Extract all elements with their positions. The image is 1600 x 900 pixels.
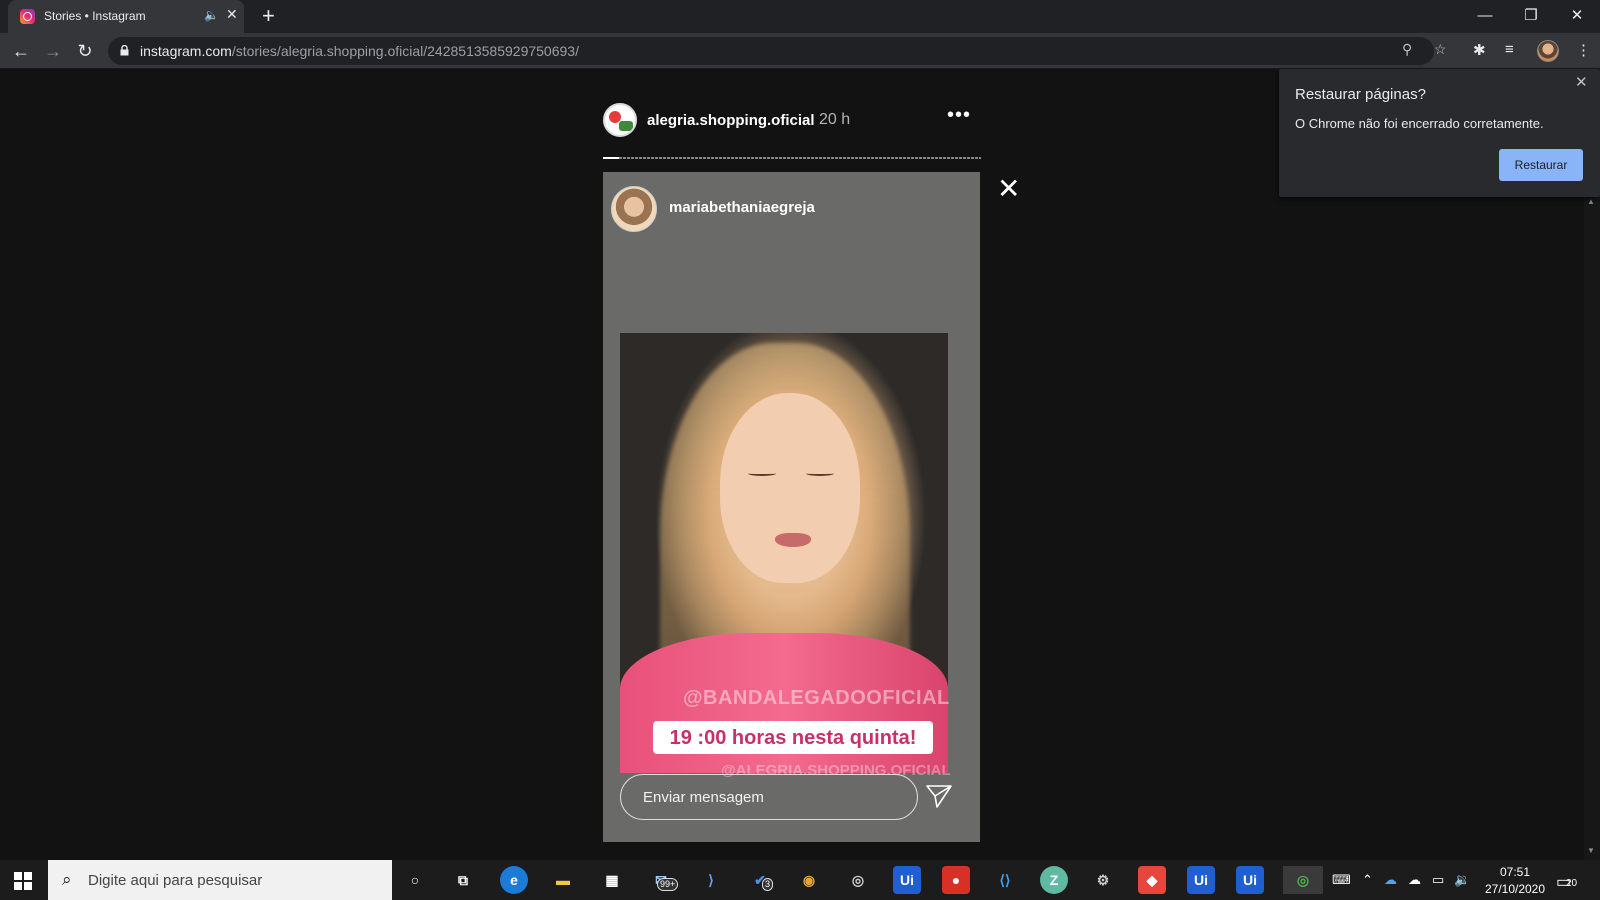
- chrome-canary-icon[interactable]: ◉: [795, 866, 823, 894]
- windows-taskbar: ⌕ Digite aqui para pesquisar ○ ⧉ e ▬ ▦ ✉…: [0, 860, 1600, 900]
- new-tab-button[interactable]: +: [262, 3, 275, 29]
- video-person-face: [720, 393, 860, 583]
- time-sticker: 19 :00 horas nesta quinta!: [653, 721, 933, 754]
- onedrive-personal-icon[interactable]: ☁: [1408, 872, 1421, 888]
- restore-popup-close-icon[interactable]: ✕: [1575, 73, 1588, 91]
- zoom-app-icon[interactable]: Z: [1040, 866, 1068, 894]
- onedrive-icon[interactable]: ☁: [1384, 872, 1397, 888]
- zoom-icon[interactable]: ⚲: [1402, 41, 1412, 58]
- restore-pages-popup: Restaurar páginas? O Chrome não foi ence…: [1279, 69, 1600, 197]
- owner-avatar[interactable]: [603, 103, 637, 137]
- browser-toolbar: ← → ↻ instagram.com/stories/alegria.shop…: [0, 33, 1600, 69]
- story-timestamp: 20 h: [819, 111, 851, 128]
- edge-icon[interactable]: e: [500, 866, 528, 894]
- taskbar-search-placeholder: Digite aqui para pesquisar: [88, 872, 263, 889]
- uipath-studio-icon[interactable]: Ui: [893, 866, 921, 894]
- lock-icon[interactable]: [120, 45, 129, 56]
- taskbar-search-box[interactable]: ⌕ Digite aqui para pesquisar: [48, 860, 392, 900]
- restore-button[interactable]: Restaurar: [1499, 149, 1583, 181]
- bookmark-star-icon[interactable]: ☆: [1434, 41, 1447, 58]
- file-explorer-icon[interactable]: ▬: [549, 866, 577, 894]
- url-host: instagram.com: [140, 43, 232, 59]
- restore-popup-message: O Chrome não foi encerrado corretamente.: [1295, 116, 1544, 131]
- mail-badge: 99+: [657, 878, 679, 891]
- scroll-down-arrow-icon[interactable]: ▼: [1587, 846, 1595, 855]
- azure-devops-icon[interactable]: ⟩: [697, 866, 725, 894]
- windows-start-icon[interactable]: [14, 872, 32, 890]
- story-card[interactable]: mariabethaniaegreja @BANDALEGADOOFICIAL …: [603, 172, 980, 842]
- author-avatar[interactable]: [611, 186, 657, 232]
- url-text[interactable]: instagram.com/stories/alegria.shopping.o…: [140, 43, 579, 59]
- volume-icon[interactable]: 🔉: [1454, 872, 1470, 888]
- story-header: alegria.shopping.oficial 20 h •••: [603, 102, 983, 142]
- author-username[interactable]: mariabethaniaegreja: [669, 199, 815, 216]
- url-path: /stories/alegria.shopping.oficial/242851…: [231, 43, 579, 59]
- vscode-icon[interactable]: ⟨⟩: [991, 866, 1019, 894]
- reload-icon[interactable]: ↻: [72, 39, 98, 63]
- tab-title: Stories • Instagram: [44, 9, 146, 23]
- close-story-icon[interactable]: ✕: [997, 172, 1020, 205]
- store-icon[interactable]: ▦: [598, 866, 626, 894]
- clock-time[interactable]: 07:51: [1480, 865, 1550, 879]
- send-icon[interactable]: [926, 784, 952, 808]
- owner-username[interactable]: alegria.shopping.oficial: [647, 112, 815, 129]
- cortana-icon[interactable]: ○: [401, 866, 429, 894]
- time-sticker-text: 19 :00 horas nesta quinta!: [669, 727, 917, 749]
- keyboard-icon[interactable]: ⌨: [1332, 872, 1351, 888]
- speaker-icon[interactable]: 🔈: [204, 8, 219, 22]
- todo-badge: 3: [762, 878, 774, 891]
- back-arrow-icon[interactable]: ←: [8, 39, 34, 63]
- message-input[interactable]: [620, 774, 918, 820]
- instagram-favicon-icon: [20, 9, 35, 24]
- uipath-assistant-icon[interactable]: Ui: [1236, 866, 1264, 894]
- notification-count: 20: [1566, 878, 1578, 889]
- chrome-icon[interactable]: ◎: [1283, 866, 1323, 894]
- restore-popup-title: Restaurar páginas?: [1295, 86, 1426, 103]
- settings-app-icon[interactable]: ⚙: [1089, 866, 1117, 894]
- network-icon[interactable]: ▭: [1432, 872, 1444, 888]
- anydesk-icon[interactable]: ◆: [1138, 866, 1166, 894]
- video-person-eye: [748, 471, 776, 476]
- mention-sticker[interactable]: @BANDALEGADOOFICIAL: [683, 687, 949, 710]
- recorder-icon[interactable]: ●: [942, 866, 970, 894]
- story-progress-bar: [603, 157, 981, 159]
- more-options-icon[interactable]: •••: [947, 104, 971, 127]
- task-view-icon[interactable]: ⧉: [449, 866, 477, 894]
- restore-window-button[interactable]: ❐: [1516, 4, 1546, 28]
- uipath-robot-icon[interactable]: Ui: [1187, 866, 1215, 894]
- forward-arrow-icon[interactable]: →: [40, 39, 66, 63]
- tab-close-icon[interactable]: ✕: [226, 6, 238, 23]
- media-controls-icon[interactable]: ≡: [1505, 41, 1514, 58]
- search-icon: ⌕: [62, 870, 72, 889]
- clock-date[interactable]: 27/10/2020: [1480, 882, 1550, 896]
- address-bar[interactable]: instagram.com/stories/alegria.shopping.o…: [108, 37, 1447, 65]
- obs-icon[interactable]: ◎: [844, 866, 872, 894]
- chevron-up-icon[interactable]: ⌃: [1362, 872, 1373, 888]
- video-person-eye: [806, 471, 834, 476]
- close-window-button[interactable]: ✕: [1562, 4, 1592, 28]
- minimize-button[interactable]: —: [1470, 4, 1500, 28]
- video-person-mouth: [775, 533, 811, 547]
- browser-tab[interactable]: Stories • Instagram 🔈 ✕: [8, 0, 244, 33]
- profile-avatar[interactable]: [1537, 40, 1559, 62]
- chrome-menu-icon[interactable]: ⋮: [1576, 41, 1591, 59]
- tab-strip: Stories • Instagram 🔈 ✕ + — ❐ ✕: [0, 0, 1600, 33]
- extensions-puzzle-icon[interactable]: ✱: [1473, 41, 1486, 59]
- scroll-up-arrow-icon[interactable]: ▲: [1587, 197, 1595, 206]
